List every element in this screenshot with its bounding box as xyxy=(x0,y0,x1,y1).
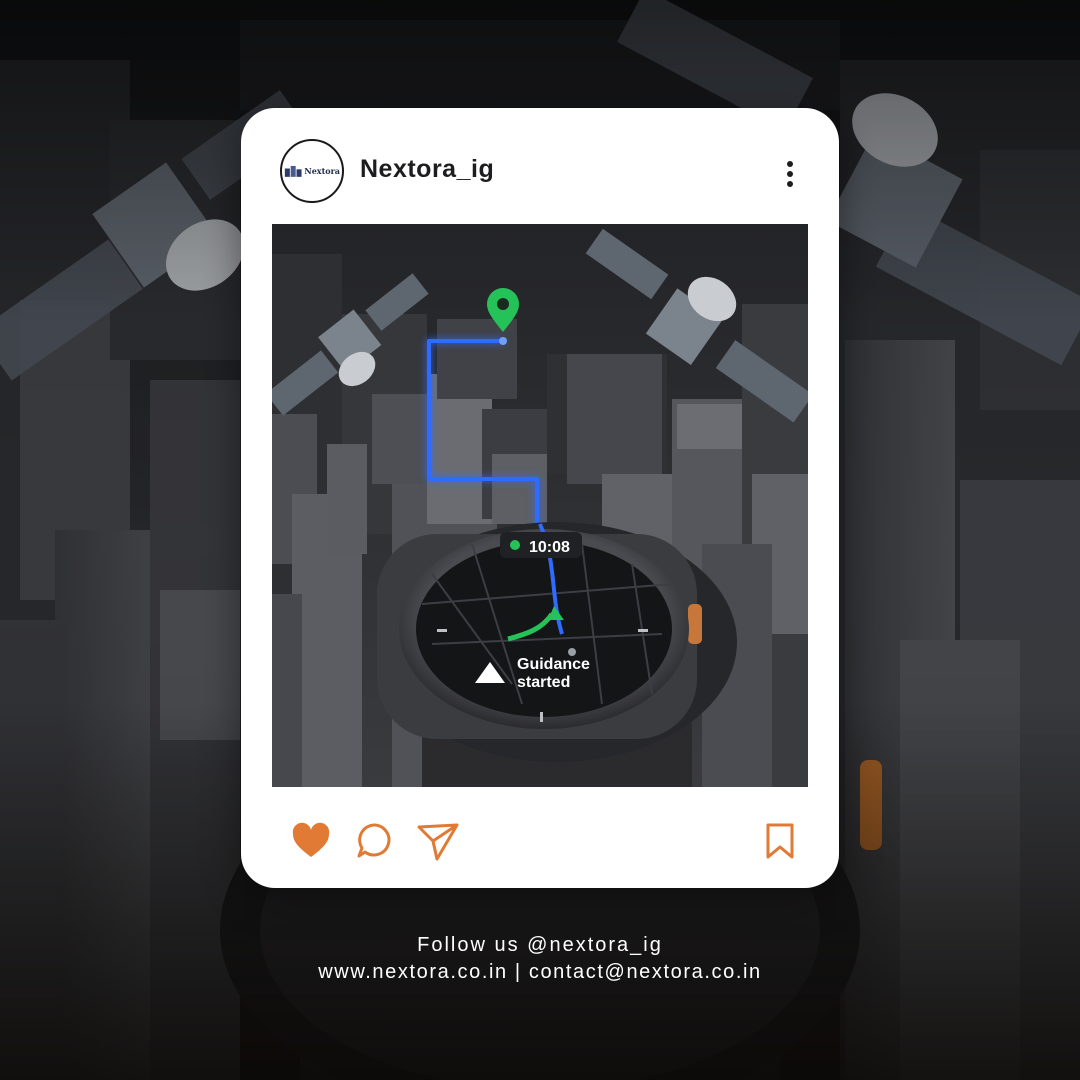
watch-time-label: 10:08 xyxy=(529,539,570,556)
follow-text: Follow us @nextora_ig xyxy=(417,934,663,956)
avatar[interactable]: Nextora xyxy=(280,139,344,203)
post-image[interactable]: 10:08 Guidance started xyxy=(272,224,808,787)
more-options-button[interactable] xyxy=(777,158,803,190)
like-button[interactable] xyxy=(289,819,333,863)
route-start-dot xyxy=(499,337,507,345)
post-card: Nextora Nextora_ig 10:08 Guidance starte… xyxy=(241,108,839,888)
comment-bubble-icon xyxy=(357,823,391,858)
post-actions xyxy=(241,787,839,888)
more-dot-icon xyxy=(787,171,793,177)
building-logo-icon xyxy=(284,165,302,177)
heart-filled-icon xyxy=(292,822,330,857)
avatar-logo: Nextora xyxy=(284,143,340,199)
post-header: Nextora Nextora_ig xyxy=(241,108,839,224)
share-button[interactable] xyxy=(415,819,459,863)
more-dot-icon xyxy=(787,161,793,167)
contact-text: www.nextora.co.in | contact@nextora.co.i… xyxy=(318,961,762,983)
paper-plane-icon xyxy=(417,823,459,861)
bookmark-icon xyxy=(766,823,794,859)
smartwatch: 10:08 Guidance started xyxy=(377,522,737,787)
more-dot-icon xyxy=(787,181,793,187)
watch-message-line2: started xyxy=(517,674,570,691)
save-button[interactable] xyxy=(758,819,802,863)
avatar-logo-text: Nextora xyxy=(304,166,340,176)
watch-message-line1: Guidance xyxy=(517,656,590,673)
username[interactable]: Nextora_ig xyxy=(360,155,494,184)
comment-button[interactable] xyxy=(353,819,397,863)
